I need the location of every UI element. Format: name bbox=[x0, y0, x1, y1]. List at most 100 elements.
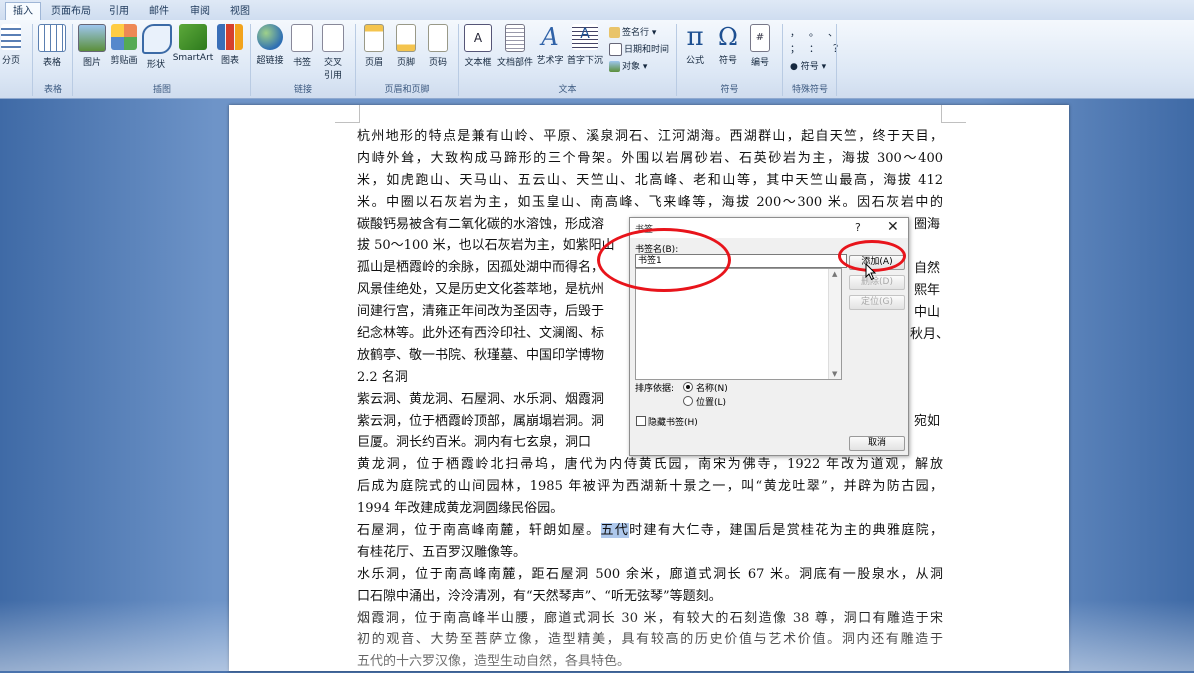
bullet-icon: ● bbox=[790, 62, 798, 72]
drop-cap-icon: A bbox=[572, 24, 598, 50]
quick-parts-button[interactable]: 文档部件 bbox=[495, 24, 535, 68]
semicolon-symbol[interactable]: ； bbox=[790, 44, 809, 55]
group-separator bbox=[32, 24, 33, 96]
close-icon[interactable]: ✕ bbox=[887, 219, 899, 235]
quick-parts-label: 文档部件 bbox=[496, 58, 533, 68]
goto-button[interactable]: 定位(G) bbox=[849, 295, 905, 310]
page-number-button[interactable]: 页码 bbox=[424, 24, 452, 68]
textbox-button[interactable]: A 文本框 bbox=[462, 24, 494, 68]
header-button[interactable]: 页眉 bbox=[360, 24, 388, 68]
text-line: 黄龙洞，位于栖霞岭北扫帚坞，唐代为内侍黄氏园，南宋为佛寺，1922 年改为道观，… bbox=[357, 457, 943, 473]
text-line: 米，如虎跑山、天马山、五云山、天竺山、北高峰、老和山等，其中天竺山最高，海拔 4… bbox=[357, 172, 943, 188]
text-line-with-selection: 石屋洞，位于南高峰南麓，轩朗如屋。五代时建有大仁寺，建国后是赏桂花为主的典雅庭院… bbox=[357, 520, 943, 542]
delete-button[interactable]: 删除(D) bbox=[849, 275, 905, 290]
wordart-icon: A bbox=[541, 23, 559, 51]
group-separator bbox=[836, 24, 837, 96]
hyperlink-button[interactable]: 超链接 bbox=[255, 24, 285, 66]
signature-line-button[interactable]: 签名行 ▾ bbox=[609, 25, 656, 38]
drop-cap-label: 首字下沉 bbox=[566, 56, 603, 66]
footer-button[interactable]: 页脚 bbox=[392, 24, 420, 68]
signature-icon bbox=[609, 27, 620, 38]
footer-icon bbox=[396, 24, 416, 52]
header-label: 页眉 bbox=[364, 58, 383, 68]
text-fragment: 秋月、 bbox=[910, 327, 950, 342]
tab-review[interactable]: 审阅 bbox=[185, 3, 215, 20]
equation-label: 公式 bbox=[685, 56, 704, 66]
scroll-down-icon[interactable]: ▼ bbox=[832, 370, 837, 378]
shapes-button[interactable]: 形状 bbox=[142, 24, 172, 70]
drop-cap-button[interactable]: A 首字下沉 bbox=[566, 24, 604, 66]
tab-insert[interactable]: 插入 bbox=[5, 2, 41, 21]
special-symbol-label: 符号 bbox=[800, 62, 819, 72]
tab-view[interactable]: 视图 bbox=[225, 3, 255, 20]
cross-reference-button[interactable]: 交叉 引用 bbox=[318, 24, 348, 81]
clipart-icon bbox=[111, 24, 137, 50]
text-line: 水乐洞，位于南高峰南麓，距石屋洞 500 余米，廊道式洞长 67 米。洞底有一股… bbox=[357, 566, 943, 582]
chart-button[interactable]: 图表 bbox=[216, 24, 244, 66]
wordart-button[interactable]: A 艺术字 bbox=[535, 24, 565, 66]
special-symbol-button[interactable]: ● 符号 ▾ bbox=[790, 59, 826, 72]
text-fragment: 宛如 bbox=[914, 414, 941, 429]
smartart-button[interactable]: SmartArt bbox=[172, 24, 214, 63]
special-punctuation-row-1[interactable]: ，。、 bbox=[790, 24, 852, 39]
tab-mailings[interactable]: 邮件 bbox=[144, 3, 174, 20]
pi-icon: π bbox=[686, 22, 704, 52]
comma-symbol[interactable]: ， bbox=[790, 28, 809, 39]
numbering-label: 编号 bbox=[750, 58, 769, 68]
chart-label: 图表 bbox=[220, 56, 239, 66]
symbol-button[interactable]: Ω 符号 bbox=[713, 24, 743, 66]
object-button[interactable]: 对象 ▾ bbox=[609, 59, 647, 72]
page-break-icon bbox=[1, 24, 21, 50]
enumeration-comma-symbol[interactable]: 、 bbox=[828, 28, 852, 39]
signature-label: 签名行 bbox=[622, 28, 650, 38]
hidden-bookmarks-label: 隐藏书签(H) bbox=[648, 418, 698, 428]
wordart-label: 艺术字 bbox=[536, 56, 564, 66]
shapes-label: 形状 bbox=[146, 60, 165, 70]
picture-button[interactable]: 图片 bbox=[77, 24, 107, 68]
smartart-label: SmartArt bbox=[172, 53, 214, 63]
text-fragment: 熙年 bbox=[914, 283, 941, 298]
sort-by-name-label: 名称(N) bbox=[696, 384, 728, 394]
group-label-symbols: 符号 bbox=[720, 85, 739, 95]
group-separator bbox=[72, 24, 73, 96]
selected-text[interactable]: 五代 bbox=[600, 523, 630, 539]
table-icon bbox=[38, 24, 66, 52]
text-run: 石屋洞，位于南高峰南麓，轩朗如屋。 bbox=[357, 523, 601, 539]
clipart-button[interactable]: 剪贴画 bbox=[108, 24, 140, 66]
period-symbol[interactable]: 。 bbox=[809, 28, 828, 39]
hidden-bookmarks-checkbox[interactable] bbox=[636, 416, 646, 426]
special-punctuation-row-2[interactable]: ；：？ bbox=[790, 40, 857, 55]
group-separator bbox=[676, 24, 677, 96]
symbol-label: 符号 bbox=[718, 56, 737, 66]
date-time-button[interactable]: 日期和时间 bbox=[609, 42, 669, 56]
list-scrollbar[interactable]: ▲ ▼ bbox=[828, 269, 841, 379]
picture-label: 图片 bbox=[82, 58, 101, 68]
textbox-label: 文本框 bbox=[464, 58, 492, 68]
shapes-icon bbox=[142, 24, 172, 54]
globe-icon bbox=[257, 24, 283, 50]
bookmark-button[interactable]: 书签 bbox=[288, 24, 316, 68]
cancel-button[interactable]: 取消 bbox=[849, 436, 905, 451]
table-button[interactable]: 表格 bbox=[37, 24, 67, 68]
footer-label: 页脚 bbox=[396, 58, 415, 68]
scroll-up-icon[interactable]: ▲ bbox=[832, 270, 837, 278]
colon-symbol[interactable]: ： bbox=[809, 44, 833, 55]
chart-icon bbox=[217, 24, 243, 50]
text-line: 口石隙中涌出，泠泠清冽，有“天然琴声”、“听无弦琴”等题刻。 bbox=[357, 588, 722, 604]
tab-references[interactable]: 引用 bbox=[104, 3, 134, 20]
calendar-icon bbox=[609, 43, 622, 56]
sort-by-label: 排序依据: bbox=[635, 384, 675, 394]
equation-button[interactable]: π 公式 bbox=[680, 24, 710, 66]
tab-page-layout[interactable]: 页面布局 bbox=[48, 3, 94, 20]
page-break-button[interactable]: 分页 bbox=[0, 24, 24, 66]
picture-icon bbox=[78, 24, 106, 52]
sort-by-location-radio[interactable] bbox=[683, 396, 693, 406]
sort-by-location-label: 位置(L) bbox=[696, 398, 727, 408]
numbering-button[interactable]: # 编号 bbox=[745, 24, 775, 68]
cross-reference-icon bbox=[322, 24, 344, 52]
sort-by-name-radio[interactable] bbox=[683, 382, 693, 392]
ribbon: 分页 表格 图片 剪贴画 形状 SmartArt 图表 超链接 书签 交叉 引用 bbox=[0, 20, 1194, 99]
help-icon[interactable]: ? bbox=[855, 221, 861, 234]
group-label-text: 文本 bbox=[558, 85, 577, 95]
group-label-illustrations: 插图 bbox=[152, 85, 171, 95]
